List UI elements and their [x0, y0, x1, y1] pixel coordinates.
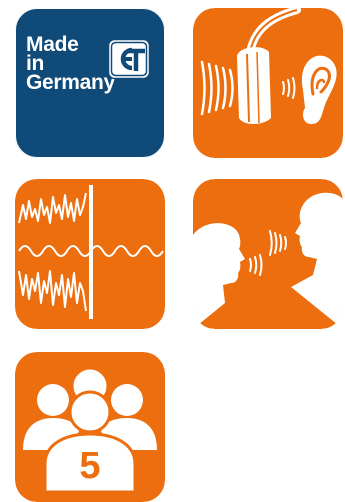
group-size-tile: 5	[15, 352, 165, 502]
two-people-talking-icon	[193, 179, 343, 329]
noise-filter-tile	[15, 179, 165, 329]
headphone-speaker-ear-icon	[193, 8, 343, 158]
conversation-tile	[193, 179, 343, 329]
user-group-icon: 5	[15, 352, 165, 502]
germany-line: Germany	[26, 71, 115, 94]
made-in-germany-tile: Made in Germany	[15, 8, 165, 158]
group-count: 5	[79, 445, 100, 487]
hearing-test-tile	[193, 8, 343, 158]
made-in-germany-label: Made in Germany	[26, 34, 115, 94]
sound-wave-filter-icon	[15, 179, 165, 329]
gt-logo-icon	[107, 38, 151, 80]
